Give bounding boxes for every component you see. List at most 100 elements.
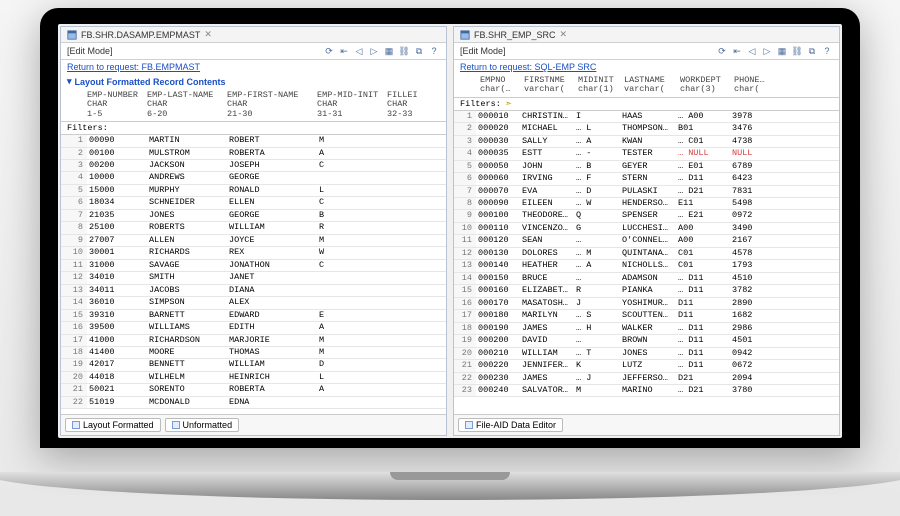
cell[interactable]: THOMPSON… xyxy=(620,123,676,134)
cell[interactable]: K xyxy=(574,360,620,371)
cell[interactable]: 18034 xyxy=(87,197,147,208)
table-row[interactable]: 7000070EVA… DPULASKI… D217831 xyxy=(454,186,839,198)
cell[interactable]: A xyxy=(317,384,387,395)
column-header[interactable]: EMP-MID-INITCHAR31-31 xyxy=(317,91,387,119)
table-row[interactable]: 1841400MOORETHOMASM xyxy=(61,347,446,359)
cell[interactable]: 3490 xyxy=(730,223,768,234)
cell[interactable] xyxy=(387,347,427,358)
return-link-left[interactable]: Return to request: FB.EMPMAST xyxy=(61,60,446,74)
cell[interactable]: 41000 xyxy=(87,335,147,346)
cell[interactable]: … M xyxy=(574,248,620,259)
cell[interactable]: A00 xyxy=(676,235,730,246)
cell[interactable]: MULSTROM xyxy=(147,148,227,159)
table-row[interactable]: 5000050JOHN… BGEYER… E016789 xyxy=(454,161,839,173)
table-row[interactable]: 18000190JAMES… HWALKER… D112986 xyxy=(454,323,839,335)
cell[interactable]: BROWN xyxy=(620,335,676,346)
section-header[interactable]: ▾ Layout Formatted Record Contents xyxy=(61,74,446,89)
cell[interactable]: 1793 xyxy=(730,260,768,271)
cell[interactable]: E11 xyxy=(676,198,730,209)
cell[interactable]: 21035 xyxy=(87,210,147,221)
table-row[interactable]: 618034SCHNEIDERELLENC xyxy=(61,197,446,209)
cell[interactable] xyxy=(387,272,427,283)
help-icon[interactable]: ? xyxy=(821,45,833,57)
cell[interactable]: R xyxy=(317,222,387,233)
column-header[interactable]: EMP-FIRST-NAMECHAR21-30 xyxy=(227,91,317,119)
next-icon[interactable]: ▷ xyxy=(761,45,773,57)
cell[interactable]: … D xyxy=(574,186,620,197)
cell[interactable]: 30001 xyxy=(87,247,147,258)
cell[interactable]: C xyxy=(317,197,387,208)
cell[interactable]: M xyxy=(317,235,387,246)
cell[interactable] xyxy=(317,397,387,408)
cell[interactable] xyxy=(387,285,427,296)
footer-tab[interactable]: Unformatted xyxy=(165,418,240,432)
cell[interactable]: 6423 xyxy=(730,173,768,184)
cell[interactable]: B xyxy=(317,210,387,221)
cell[interactable]: 10000 xyxy=(87,172,147,183)
help-icon[interactable]: ? xyxy=(428,45,440,57)
cell[interactable]: JENNIFER… xyxy=(520,360,574,371)
cell[interactable]: LUCCHESI… xyxy=(620,223,676,234)
cell[interactable]: … L xyxy=(574,123,620,134)
cell[interactable] xyxy=(317,297,387,308)
cell[interactable] xyxy=(317,172,387,183)
table-row[interactable]: 1436010SIMPSONALEX xyxy=(61,297,446,309)
compare-icon[interactable]: ⧉ xyxy=(806,45,818,57)
cell[interactable]: 25100 xyxy=(87,222,147,233)
cell[interactable]: … xyxy=(574,335,620,346)
cell[interactable]: NICHOLLS… xyxy=(620,260,676,271)
table-row[interactable]: 15000160ELIZABET…RPIANKA… D113782 xyxy=(454,285,839,297)
return-link-right[interactable]: Return to request: SQL-EMP SRC xyxy=(454,60,839,74)
cell[interactable]: 000120 xyxy=(476,235,520,246)
table-row[interactable]: 300200JACKSONJOSEPHC xyxy=(61,160,446,172)
cell[interactable]: JOYCE xyxy=(227,235,317,246)
cell[interactable]: 42017 xyxy=(87,359,147,370)
cell[interactable]: VINCENZO… xyxy=(520,223,574,234)
column-header[interactable]: WORKDEPTchar(3) xyxy=(680,76,734,95)
cell[interactable]: 51019 xyxy=(87,397,147,408)
cell[interactable]: 6789 xyxy=(730,161,768,172)
cell[interactable]: … W xyxy=(574,198,620,209)
cell[interactable]: CHRISTIN… xyxy=(520,111,574,122)
cell[interactable]: … F xyxy=(574,173,620,184)
right-grid[interactable]: 1000010CHRISTIN…IHAAS… A0039782000020MIC… xyxy=(454,111,839,414)
cell[interactable]: 000140 xyxy=(476,260,520,271)
cell[interactable] xyxy=(387,222,427,233)
cell[interactable] xyxy=(387,148,427,159)
cell[interactable]: DIANA xyxy=(227,285,317,296)
cell[interactable]: PULASKI xyxy=(620,186,676,197)
cell[interactable]: … D11 xyxy=(676,273,730,284)
column-header[interactable]: MIDINITchar(1) xyxy=(578,76,624,95)
cell[interactable]: 2890 xyxy=(730,298,768,309)
cell[interactable] xyxy=(387,185,427,196)
cell[interactable]: I xyxy=(574,111,620,122)
column-header[interactable]: FIRSTNMEvarchar( xyxy=(524,76,578,95)
table-row[interactable]: 1030001RICHARDSREXW xyxy=(61,247,446,259)
cell[interactable]: E xyxy=(317,310,387,321)
table-row[interactable]: 6000060IRVING… FSTERN… D116423 xyxy=(454,173,839,185)
cell[interactable]: ADAMSON xyxy=(620,273,676,284)
cell[interactable]: 00090 xyxy=(87,135,147,146)
table-row[interactable]: 20000210WILLIAM… TJONES… D110942 xyxy=(454,348,839,360)
cell[interactable]: JANET xyxy=(227,272,317,283)
cell[interactable]: R xyxy=(574,285,620,296)
cell[interactable]: 000070 xyxy=(476,186,520,197)
table-row[interactable]: 3000030SALLY… AKWAN… C014738 xyxy=(454,136,839,148)
cell[interactable]: B01 xyxy=(676,123,730,134)
cell[interactable]: 00100 xyxy=(87,148,147,159)
cell[interactable]: 3782 xyxy=(730,285,768,296)
cell[interactable]: WILLIAM xyxy=(227,359,317,370)
cell[interactable]: MICHAEL xyxy=(520,123,574,134)
last-icon[interactable]: ⇤ xyxy=(338,45,350,57)
cell[interactable]: ROBERTA xyxy=(227,384,317,395)
cell[interactable]: 000030 xyxy=(476,136,520,147)
cell[interactable]: 5498 xyxy=(730,198,768,209)
close-icon[interactable]: ✕ xyxy=(204,29,212,40)
cell[interactable]: THEODORE… xyxy=(520,210,574,221)
cell[interactable]: 000190 xyxy=(476,323,520,334)
cell[interactable]: … A xyxy=(574,260,620,271)
table-row[interactable]: 23000240SALVATOR…MMARINO… D213780 xyxy=(454,385,839,397)
cell[interactable]: … A00 xyxy=(676,111,730,122)
cell[interactable]: HEATHER xyxy=(520,260,574,271)
cell[interactable]: 000020 xyxy=(476,123,520,134)
